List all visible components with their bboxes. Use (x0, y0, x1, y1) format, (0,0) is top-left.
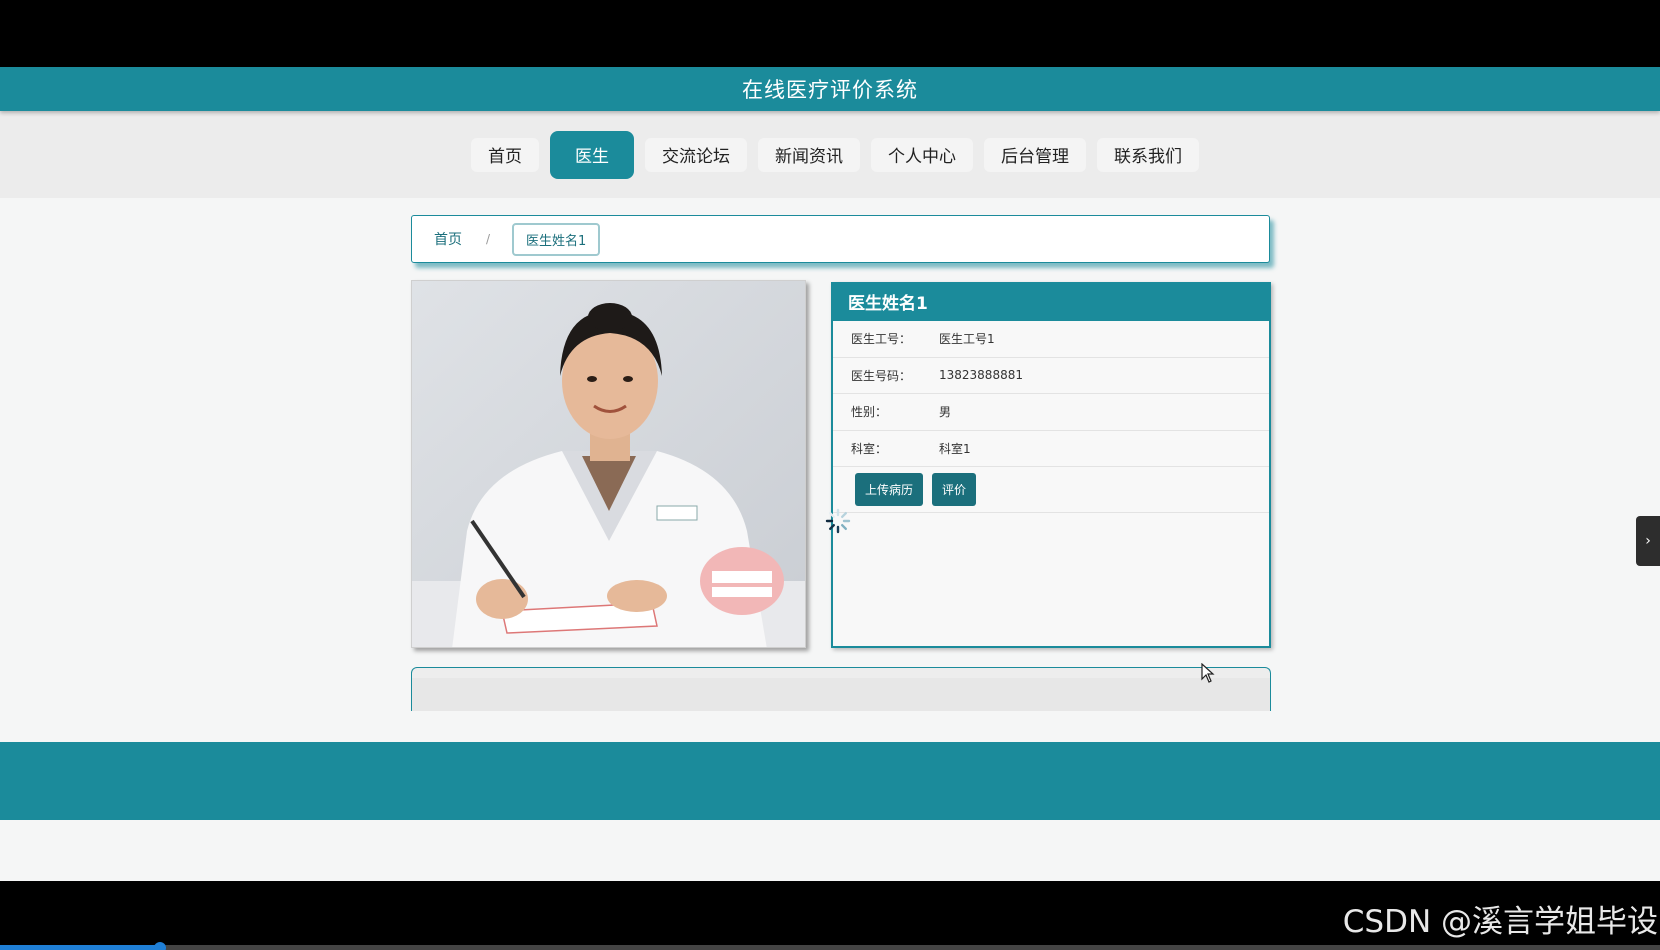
nav-item-forum[interactable]: 交流论坛 (645, 137, 747, 172)
info-label: 科室： (851, 441, 888, 456)
nav-item-doctor[interactable]: 医生 (550, 130, 634, 179)
spinner-icon (825, 508, 851, 534)
info-row-gender: 性别： 男 (833, 394, 1269, 431)
progress-fill (0, 945, 160, 950)
info-label: 性别： (851, 405, 888, 420)
info-label: 医生号码： (851, 368, 912, 383)
nav-item-profile[interactable]: 个人中心 (871, 137, 973, 172)
top-letterbox (0, 0, 1660, 67)
info-row-department: 科室： 科室1 (833, 431, 1269, 467)
title-bar: 在线医疗评价系统 (0, 67, 1660, 111)
info-value: 医生工号1 (939, 332, 995, 347)
rate-button[interactable]: 评价 (932, 473, 977, 506)
info-value: 科室1 (939, 441, 971, 456)
info-row-phone: 医生号码： 13823888881 (833, 358, 1269, 394)
video-progress-bar[interactable] (0, 942, 1660, 950)
reviews-panel-body (412, 678, 1270, 711)
info-value: 男 (939, 405, 952, 420)
doctor-photo (411, 280, 806, 648)
breadcrumb-home-link[interactable]: 首页 (434, 229, 462, 249)
main-content: 首页 / 医生姓名1 医生姓名1 医生工号： 医生工号1 医生号码： 13823… (0, 198, 1660, 743)
reviews-panel (411, 667, 1271, 711)
breadcrumb-current: 医生姓名1 (512, 222, 601, 256)
nav-item-home[interactable]: 首页 (471, 137, 539, 172)
app-title: 在线医疗评价系统 (742, 78, 918, 102)
nav-item-admin[interactable]: 后台管理 (984, 137, 1086, 172)
cursor-icon (1201, 663, 1215, 683)
info-row-id: 医生工号： 医生工号1 (833, 321, 1269, 358)
info-value: 13823888881 (939, 368, 1023, 383)
watermark-text: CSDN @溪言学姐毕设 (1342, 904, 1658, 940)
doctor-name: 医生姓名1 (848, 294, 928, 314)
doctor-info-header: 医生姓名1 (833, 282, 1269, 321)
action-row: 上传病历 评价 (833, 467, 1269, 513)
info-label: 医生工号： (851, 332, 912, 347)
app-window: 在线医疗评价系统 首页 医生 交流论坛 新闻资讯 个人中心 后台管理 联系我们 … (0, 67, 1660, 881)
nav-item-contact[interactable]: 联系我们 (1097, 137, 1199, 172)
doctor-photo-illustration (412, 281, 805, 647)
breadcrumb: 首页 / 医生姓名1 (411, 215, 1270, 263)
chevron-right-icon[interactable]: › (1636, 516, 1660, 566)
main-nav: 首页 医生 交流论坛 新闻资讯 个人中心 后台管理 联系我们 (0, 111, 1660, 198)
footer (0, 742, 1660, 820)
progress-knob[interactable] (154, 942, 166, 950)
doctor-info-card: 医生姓名1 医生工号： 医生工号1 医生号码： 13823888881 性别： … (831, 282, 1271, 648)
nav-item-news[interactable]: 新闻资讯 (758, 137, 860, 172)
breadcrumb-separator: / (486, 232, 491, 246)
upload-record-button[interactable]: 上传病历 (855, 473, 924, 506)
